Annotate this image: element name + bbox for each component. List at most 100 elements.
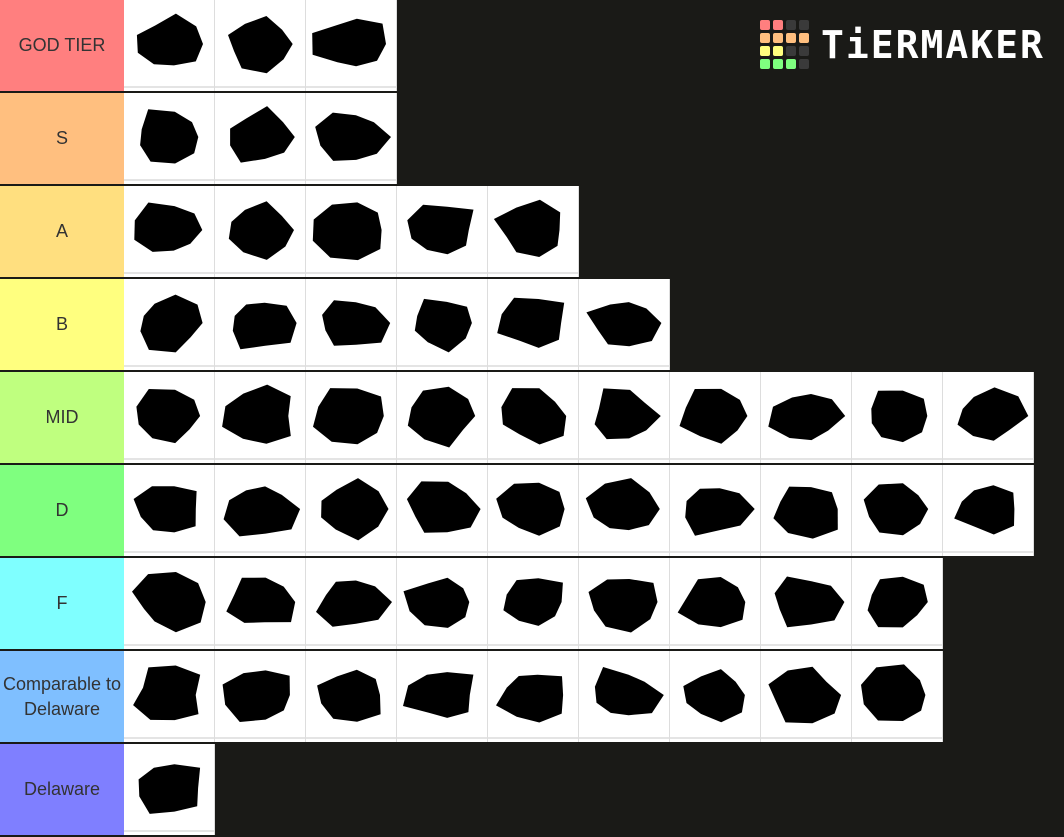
state-silhouette <box>226 577 296 623</box>
state-image-michigan[interactable] <box>488 558 579 649</box>
watermark <box>306 551 396 553</box>
state-image-georgia[interactable] <box>306 372 397 463</box>
state-image-wyoming[interactable] <box>124 372 215 463</box>
state-image-oregon[interactable] <box>397 186 488 277</box>
state-image-district-of-columbia[interactable] <box>124 558 215 649</box>
state-image-texas[interactable] <box>488 279 579 370</box>
state-image-new-mexico[interactable] <box>761 651 852 742</box>
watermark <box>124 830 214 832</box>
watermark <box>488 551 578 553</box>
tier-label[interactable]: Comparable to Delaware <box>0 651 124 742</box>
state-image-us-virgin-islands[interactable] <box>579 279 670 370</box>
state-silhouette <box>406 481 481 533</box>
state-image-ohio[interactable] <box>761 558 852 649</box>
state-silhouette <box>133 486 197 533</box>
tier-label[interactable]: A <box>0 186 124 277</box>
state-image-puerto-rico[interactable] <box>488 186 579 277</box>
state-silhouette <box>140 294 203 353</box>
tier-label[interactable]: D <box>0 465 124 556</box>
state-image-maryland[interactable] <box>397 558 488 649</box>
state-silhouette <box>585 478 660 531</box>
state-silhouette <box>594 388 661 440</box>
state-silhouette <box>315 112 391 161</box>
state-image-tennessee[interactable] <box>943 372 1034 463</box>
state-silhouette <box>228 201 294 260</box>
state-image-montana[interactable] <box>579 651 670 742</box>
state-image-nebraska[interactable] <box>670 651 761 742</box>
state-image-mississippi[interactable] <box>579 558 670 649</box>
state-image-kansas[interactable] <box>488 651 579 742</box>
state-image-idaho[interactable] <box>306 651 397 742</box>
state-image-arizona[interactable] <box>579 372 670 463</box>
state-image-arkansas[interactable] <box>124 651 215 742</box>
state-image-new-york[interactable] <box>306 186 397 277</box>
state-silhouette <box>132 572 206 633</box>
state-image-puerto-rico-or-guam[interactable] <box>124 93 215 184</box>
state-image-vermont[interactable] <box>215 93 306 184</box>
state-image-utah[interactable] <box>852 558 943 649</box>
state-image-alabama[interactable] <box>124 465 215 556</box>
tier-label[interactable]: GOD TIER <box>0 0 124 91</box>
state-image-delaware[interactable] <box>124 744 215 835</box>
state-image-west-virginia[interactable] <box>852 651 943 742</box>
state-image-new-jersey[interactable] <box>215 186 306 277</box>
tier-label[interactable]: B <box>0 279 124 370</box>
state-silhouette <box>136 389 201 444</box>
tier-label[interactable]: F <box>0 558 124 649</box>
tier-items <box>124 465 1034 556</box>
state-image-north-carolina[interactable] <box>488 465 579 556</box>
state-silhouette <box>316 580 392 627</box>
state-silhouette <box>496 482 565 536</box>
tier-label[interactable]: MID <box>0 372 124 463</box>
state-image-new-hampshire[interactable] <box>670 372 761 463</box>
state-silhouette <box>403 577 470 628</box>
state-silhouette <box>138 764 201 814</box>
state-image-north-dakota[interactable] <box>579 465 670 556</box>
state-image-oklahoma[interactable] <box>670 465 761 556</box>
state-image-pennsylvania[interactable] <box>306 0 397 91</box>
state-image-kentucky[interactable] <box>215 558 306 649</box>
state-image-south-dakota[interactable] <box>852 465 943 556</box>
state-image-indiana[interactable] <box>397 651 488 742</box>
state-image-california[interactable] <box>215 465 306 556</box>
state-image-iowa[interactable] <box>488 372 579 463</box>
state-image-nevada[interactable] <box>397 279 488 370</box>
state-image-illinois[interactable] <box>397 372 488 463</box>
state-image-connecticut[interactable] <box>215 651 306 742</box>
watermark <box>124 272 214 274</box>
tier-items <box>124 372 1034 463</box>
state-image-minnesota[interactable] <box>397 465 488 556</box>
tier-row: MID <box>0 372 1064 463</box>
watermark <box>306 86 396 88</box>
watermark <box>306 365 396 367</box>
tier-row: F <box>0 558 1064 649</box>
tier-label[interactable]: S <box>0 93 124 184</box>
state-silhouette <box>407 386 476 448</box>
state-image-massachusetts[interactable] <box>306 279 397 370</box>
watermark <box>488 365 578 367</box>
state-image-maine[interactable] <box>306 465 397 556</box>
state-image-wisconsin[interactable] <box>306 93 397 184</box>
state-image-louisiana[interactable] <box>306 558 397 649</box>
state-image-missouri[interactable] <box>670 558 761 649</box>
watermark <box>579 737 669 739</box>
state-image-guam[interactable] <box>215 279 306 370</box>
state-image-south-carolina[interactable] <box>761 465 852 556</box>
state-image-florida[interactable] <box>215 372 306 463</box>
state-image-hawaii[interactable] <box>124 186 215 277</box>
state-image-virginia[interactable] <box>124 0 215 91</box>
watermark <box>488 644 578 646</box>
watermark <box>215 272 305 274</box>
state-image-rhode-island[interactable] <box>852 372 943 463</box>
watermark <box>215 551 305 553</box>
state-image-alaska[interactable] <box>124 279 215 370</box>
watermark <box>670 458 760 460</box>
state-image-colorado[interactable] <box>943 465 1034 556</box>
tier-row: Delaware <box>0 744 1064 835</box>
tier-label[interactable]: Delaware <box>0 744 124 835</box>
watermark <box>124 551 214 553</box>
watermark <box>215 737 305 739</box>
state-image-northern-mariana-islands[interactable] <box>761 372 852 463</box>
watermark <box>124 179 214 181</box>
state-image-washington[interactable] <box>215 0 306 91</box>
